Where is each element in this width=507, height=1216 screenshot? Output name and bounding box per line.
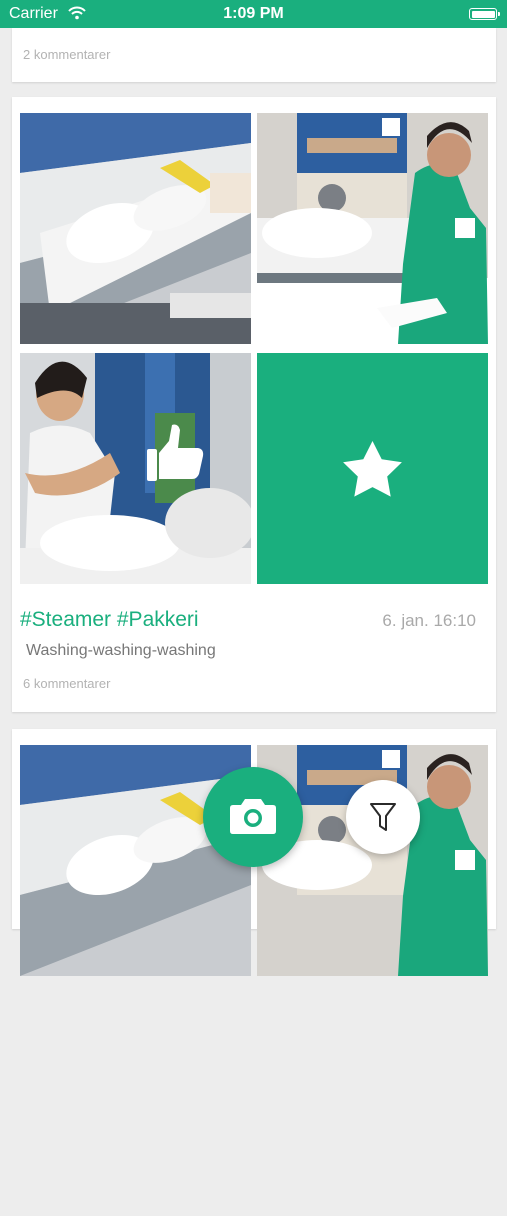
photo-laundry-machine-image xyxy=(20,113,251,344)
photo-worker-thumbs-up-image xyxy=(20,353,251,584)
photo-worker-sorting-image xyxy=(257,113,488,344)
comments-link[interactable]: 6 kommentarer xyxy=(23,676,110,691)
star-icon xyxy=(343,441,402,497)
camera-button[interactable] xyxy=(203,767,303,867)
status-time: 1:09 PM xyxy=(223,5,284,22)
photo-worker-sorting[interactable] xyxy=(257,745,488,976)
photo-laundry-machine[interactable] xyxy=(20,113,251,344)
favorite-tile[interactable] xyxy=(257,353,488,584)
photo-laundry-machine[interactable] xyxy=(20,745,251,976)
photo-worker-thumbs-up[interactable] xyxy=(20,353,251,584)
status-bar: Carrier 1:09 PM xyxy=(0,0,507,28)
battery-icon xyxy=(469,8,500,20)
comments-link[interactable]: 2 kommentarer xyxy=(23,47,110,62)
photo-laundry-machine-image xyxy=(20,745,251,976)
camera-icon xyxy=(230,799,276,834)
photo-worker-sorting-image xyxy=(257,745,488,976)
post-date: 6. jan. 16:10 xyxy=(382,611,476,630)
post-description: Washing-washing-washing xyxy=(26,642,216,659)
post-card-previous[interactable]: 2 kommentarer xyxy=(12,28,496,82)
post-card[interactable]: #Steamer #Pakkeri 6. jan. 16:10 Washing-… xyxy=(12,97,496,712)
photo-grid xyxy=(20,113,488,584)
filter-button[interactable] xyxy=(346,780,420,854)
filter-icon xyxy=(370,803,396,831)
photo-worker-sorting[interactable] xyxy=(257,113,488,344)
post-tags[interactable]: #Steamer #Pakkeri xyxy=(20,608,199,632)
